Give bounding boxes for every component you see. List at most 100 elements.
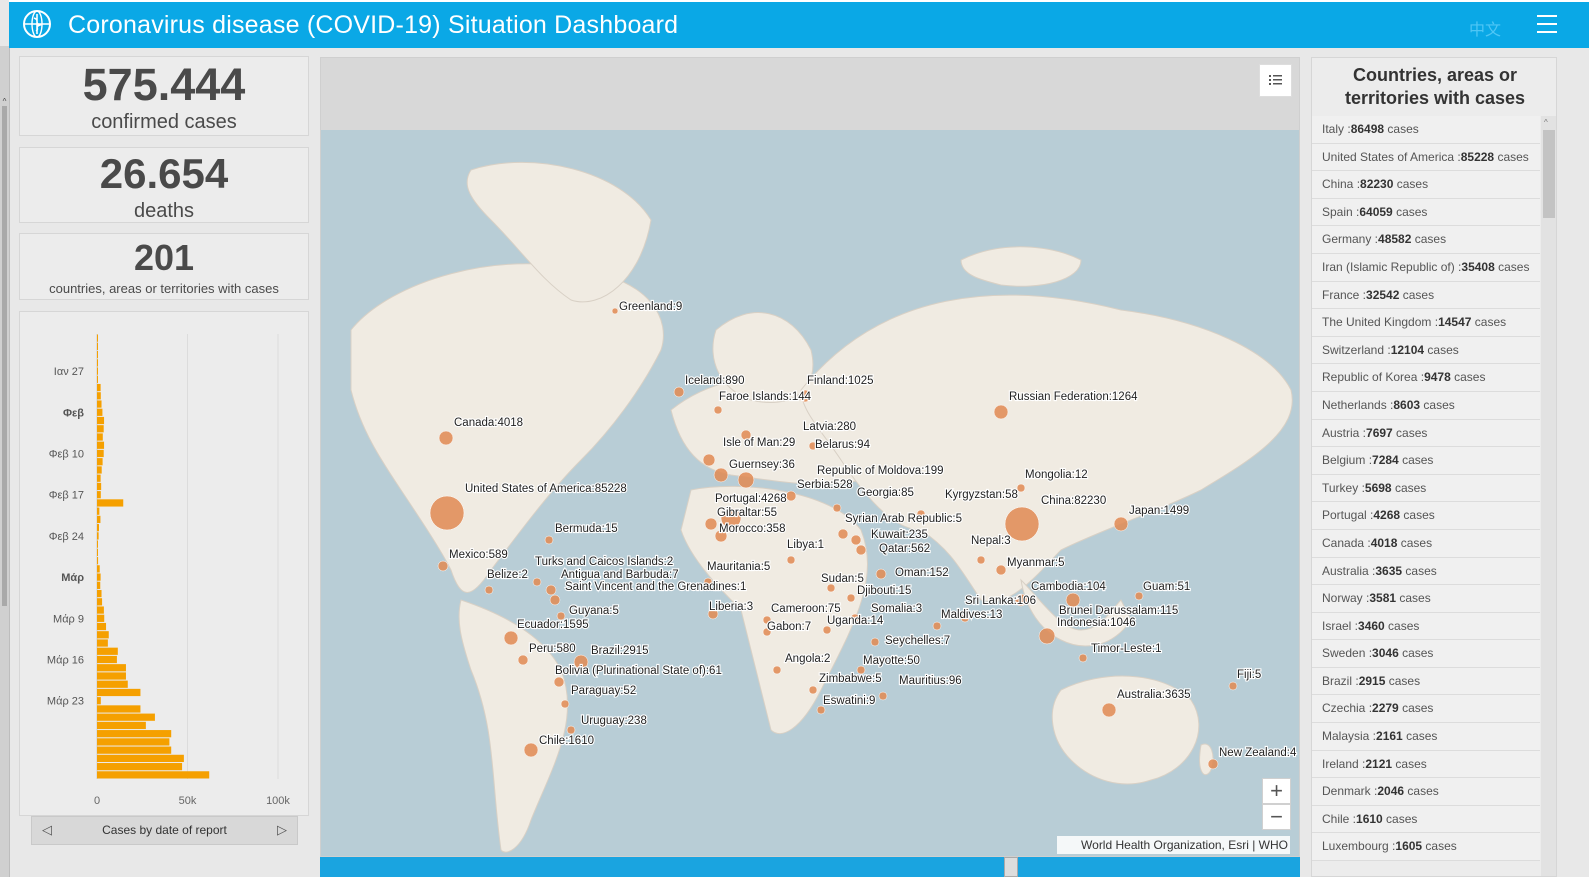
country-list-item[interactable]: Ireland :2121 cases — [1312, 750, 1540, 779]
country-list-item[interactable]: Brazil :2915 cases — [1312, 667, 1540, 696]
zoom-in-button[interactable]: + — [1262, 778, 1291, 804]
chart-bar[interactable] — [97, 408, 103, 416]
country-list-item[interactable]: Iran (Islamic Republic of) :35408 cases — [1312, 253, 1540, 282]
chart-bar[interactable] — [97, 458, 103, 466]
case-bubble[interactable] — [704, 517, 718, 531]
country-list-item[interactable]: Austria :7697 cases — [1312, 419, 1540, 448]
chart-bar[interactable] — [97, 697, 101, 705]
country-list-item[interactable]: Australia :3635 cases — [1312, 557, 1540, 586]
chart-bar[interactable] — [97, 565, 100, 573]
case-bubble[interactable] — [532, 577, 542, 587]
chart-bar[interactable] — [97, 672, 126, 680]
case-bubble[interactable] — [737, 471, 755, 489]
chart-bar[interactable] — [97, 449, 104, 458]
chart-bar[interactable] — [97, 474, 101, 482]
case-bubble[interactable] — [437, 560, 449, 572]
hamburger-menu-icon[interactable] — [1537, 15, 1557, 35]
case-bubble[interactable] — [826, 583, 836, 593]
case-bubble[interactable] — [932, 621, 942, 631]
world-map-svg[interactable]: Greenland:9 Iceland:890 Finland:1025 Faroe … — [321, 130, 1299, 856]
case-bubble[interactable] — [772, 665, 782, 675]
case-bubble[interactable] — [553, 676, 565, 688]
case-bubble[interactable] — [808, 685, 818, 695]
chart-bar[interactable] — [97, 425, 104, 433]
chart-bar[interactable] — [97, 631, 109, 639]
case-bubble[interactable] — [545, 584, 557, 596]
case-bubble[interactable] — [1038, 627, 1056, 645]
chart-bar[interactable] — [97, 557, 99, 565]
chart-bar[interactable] — [97, 688, 141, 697]
chart-bar[interactable] — [97, 350, 98, 359]
case-bubble[interactable] — [1101, 702, 1117, 718]
chart-bar[interactable] — [97, 598, 103, 606]
chart-bar[interactable] — [97, 721, 146, 730]
chart-bar[interactable] — [97, 375, 98, 383]
case-bubble[interactable] — [566, 725, 576, 735]
case-bubble[interactable] — [875, 568, 887, 580]
country-list-item[interactable]: Portugal :4268 cases — [1312, 502, 1540, 530]
case-bubble[interactable] — [484, 585, 494, 595]
country-list-item[interactable]: United States of America :85228 cases — [1312, 143, 1540, 172]
case-bubble[interactable] — [429, 495, 465, 531]
chart-bar[interactable] — [97, 548, 98, 556]
case-bubble[interactable] — [523, 742, 539, 758]
country-list-item[interactable]: Netherlands :8603 cases — [1312, 391, 1540, 420]
chart-bar[interactable] — [97, 441, 105, 449]
country-list-item[interactable]: Republic of Korea :9478 cases — [1312, 364, 1540, 392]
case-bubble[interactable] — [1207, 758, 1219, 770]
world-map-panel[interactable]: Greenland:9 Iceland:890 Finland:1025 Faroe … — [320, 57, 1300, 857]
chart-bar[interactable] — [97, 771, 210, 779]
case-bubble[interactable] — [1078, 653, 1088, 663]
case-bubble[interactable] — [816, 705, 826, 715]
chart-bar[interactable] — [97, 606, 104, 614]
country-list-item[interactable]: France :32542 cases — [1312, 281, 1540, 310]
chart-bar[interactable] — [97, 713, 155, 721]
case-bubble[interactable] — [822, 625, 832, 635]
chart-bar[interactable] — [97, 507, 100, 515]
countries-scrollbar-thumb[interactable] — [1543, 130, 1555, 218]
language-switch-link[interactable]: 中文 — [1469, 16, 1501, 40]
chart-bar[interactable] — [97, 499, 124, 507]
country-list-item[interactable]: Canada :4018 cases — [1312, 529, 1540, 558]
country-list-item[interactable]: Sweden :3046 cases — [1312, 640, 1540, 668]
scroll-up-icon[interactable]: ^ — [0, 98, 9, 106]
chevron-right-icon[interactable]: ▷ — [275, 822, 289, 838]
case-bubble[interactable] — [870, 637, 880, 647]
chart-bar[interactable] — [97, 540, 98, 548]
case-bubble[interactable] — [560, 699, 570, 709]
left-scrollbar[interactable]: ^ — [0, 46, 10, 877]
chart-bar[interactable] — [97, 647, 118, 655]
country-list-item[interactable]: Denmark :2046 cases — [1312, 778, 1540, 806]
case-bubble[interactable] — [855, 544, 867, 556]
case-bubble[interactable] — [976, 555, 986, 565]
country-list-item[interactable]: China :82230 cases — [1312, 171, 1540, 199]
chart-bar[interactable] — [97, 392, 101, 400]
case-bubble[interactable] — [713, 467, 729, 483]
chart-bar[interactable] — [97, 466, 102, 474]
case-bubble[interactable] — [832, 503, 842, 513]
chart-bar[interactable] — [97, 763, 183, 771]
chart-bar[interactable] — [97, 655, 117, 664]
chart-bar[interactable] — [97, 532, 99, 540]
scrollbar-thumb[interactable] — [2, 106, 7, 606]
case-bubble[interactable] — [503, 630, 519, 646]
chart-bar[interactable] — [97, 342, 98, 350]
case-bubble[interactable] — [837, 528, 849, 540]
country-list-item[interactable]: Germany :48582 cases — [1312, 226, 1540, 254]
case-bubble[interactable] — [517, 654, 529, 666]
case-bubble[interactable] — [785, 490, 797, 502]
case-bubble[interactable] — [878, 691, 888, 701]
case-bubble[interactable] — [702, 453, 716, 467]
chart-bar[interactable] — [97, 573, 101, 581]
case-bubble[interactable] — [611, 307, 619, 315]
case-bubble[interactable] — [1016, 483, 1026, 493]
chart-bar[interactable] — [97, 524, 99, 532]
chart-bar[interactable] — [97, 589, 102, 598]
country-list-item[interactable]: Israel :3460 cases — [1312, 612, 1540, 641]
case-bubble[interactable] — [549, 594, 561, 606]
chart-bar[interactable] — [97, 400, 102, 408]
scroll-up-icon[interactable]: ^ — [1544, 118, 1548, 127]
map-footer-handle[interactable] — [1004, 857, 1018, 877]
country-list-item[interactable]: Malaysia :2161 cases — [1312, 723, 1540, 751]
legend-list-icon[interactable] — [1259, 64, 1292, 97]
